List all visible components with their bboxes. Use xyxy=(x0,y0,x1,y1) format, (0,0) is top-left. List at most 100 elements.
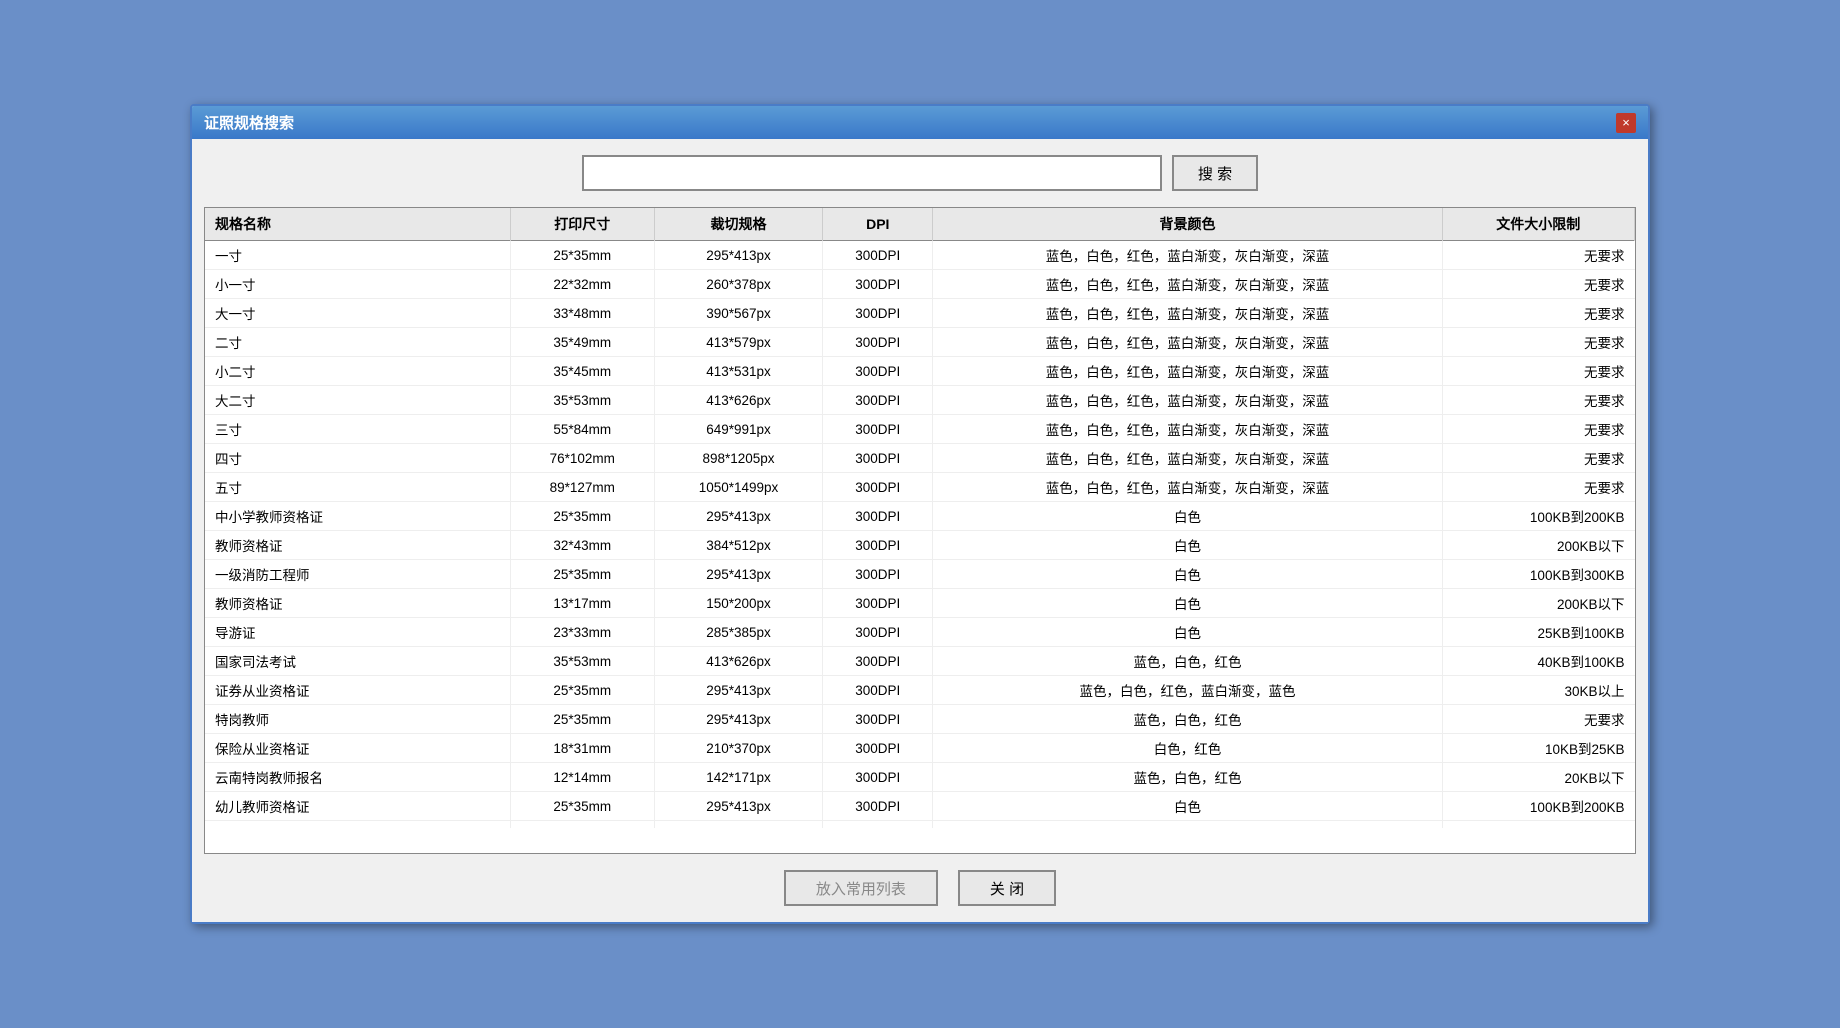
col-header-dpi: DPI xyxy=(823,208,933,241)
table-cell: 白色 xyxy=(933,502,1442,531)
table-row[interactable]: 二寸35*49mm413*579px300DPI蓝色，白色，红色，蓝白渐变，灰白… xyxy=(205,328,1635,357)
table-cell: 295*413px xyxy=(654,502,822,531)
table-cell: 210*370px xyxy=(654,734,822,763)
table-cell: 安徽教师招聘考试（考编） xyxy=(205,821,510,829)
table-row[interactable]: 导游证23*33mm285*385px300DPI白色25KB到100KB xyxy=(205,618,1635,647)
table-cell: 295*413px xyxy=(654,676,822,705)
table-cell: 300DPI xyxy=(823,821,933,829)
col-header-cut-size: 裁切规格 xyxy=(654,208,822,241)
table-cell: 40KB到100KB xyxy=(1442,647,1634,676)
table-body: 一寸25*35mm295*413px300DPI蓝色，白色，红色，蓝白渐变，灰白… xyxy=(205,241,1635,829)
close-button[interactable]: 关 闭 xyxy=(958,870,1056,906)
table-cell: 25*35mm xyxy=(510,241,654,270)
table-cell: 幼儿教师资格证 xyxy=(205,792,510,821)
table-row[interactable]: 教师资格证13*17mm150*200px300DPI白色200KB以下 xyxy=(205,589,1635,618)
table-cell: 55*84mm xyxy=(510,415,654,444)
table-cell: 白色 xyxy=(933,531,1442,560)
table-cell: 295*413px xyxy=(654,241,822,270)
table-cell: 300DPI xyxy=(823,444,933,473)
table-cell: 无要求 xyxy=(1442,241,1634,270)
table-row[interactable]: 中小学教师资格证25*35mm295*413px300DPI白色100KB到20… xyxy=(205,502,1635,531)
close-icon[interactable]: × xyxy=(1616,113,1636,133)
col-header-print-size: 打印尺寸 xyxy=(510,208,654,241)
table-row[interactable]: 一级消防工程师25*35mm295*413px300DPI白色100KB到300… xyxy=(205,560,1635,589)
table-cell: 25KB到100KB xyxy=(1442,618,1634,647)
table-cell: 25*35mm xyxy=(510,502,654,531)
table-cell: 295*413px xyxy=(654,792,822,821)
table-cell: 384*512px xyxy=(654,531,822,560)
table-cell: 300DPI xyxy=(823,734,933,763)
table-cell: 22*32mm xyxy=(510,270,654,299)
table-row[interactable]: 云南特岗教师报名12*14mm142*171px300DPI蓝色，白色，红色20… xyxy=(205,763,1635,792)
add-to-list-button[interactable]: 放入常用列表 xyxy=(784,870,938,906)
table-cell: 300DPI xyxy=(823,241,933,270)
search-bar: 搜 索 xyxy=(192,139,1648,207)
table-row[interactable]: 大一寸33*48mm390*567px300DPI蓝色，白色，红色，蓝白渐变，灰… xyxy=(205,299,1635,328)
table-cell: 25*35mm xyxy=(510,560,654,589)
table-cell: 蓝色，白色，红色，蓝白渐变，灰白渐变，深蓝 xyxy=(933,473,1442,502)
table-cell: 390*567px xyxy=(654,299,822,328)
table-cell: 32*43mm xyxy=(510,531,654,560)
table-cell: 10KB到25KB xyxy=(1442,734,1634,763)
table-row[interactable]: 幼儿教师资格证25*35mm295*413px300DPI白色100KB到200… xyxy=(205,792,1635,821)
data-table: 规格名称 打印尺寸 裁切规格 DPI 背景颜色 文件大小限制 一寸25*35mm… xyxy=(205,208,1635,828)
table-cell: 295*413px xyxy=(654,560,822,589)
table-cell: 导游证 xyxy=(205,618,510,647)
table-row[interactable]: 四寸76*102mm898*1205px300DPI蓝色，白色，红色，蓝白渐变，… xyxy=(205,444,1635,473)
table-cell: 五寸 xyxy=(205,473,510,502)
table-row[interactable]: 小一寸22*32mm260*378px300DPI蓝色，白色，红色，蓝白渐变，灰… xyxy=(205,270,1635,299)
table-cell: 300DPI xyxy=(823,270,933,299)
table-row[interactable]: 五寸89*127mm1050*1499px300DPI蓝色，白色，红色，蓝白渐变… xyxy=(205,473,1635,502)
table-row[interactable]: 国家司法考试35*53mm413*626px300DPI蓝色，白色，红色40KB… xyxy=(205,647,1635,676)
table-cell: 无要求 xyxy=(1442,444,1634,473)
table-cell: 898*1205px xyxy=(654,444,822,473)
table-row[interactable]: 小二寸35*45mm413*531px300DPI蓝色，白色，红色，蓝白渐变，灰… xyxy=(205,357,1635,386)
table-cell: 300DPI xyxy=(823,473,933,502)
table-row[interactable]: 教师资格证32*43mm384*512px300DPI白色200KB以下 xyxy=(205,531,1635,560)
table-cell: 300DPI xyxy=(823,531,933,560)
table-cell: 蓝色，白色，红色，蓝白渐变，灰白渐变，深蓝 xyxy=(933,444,1442,473)
table-cell: 无要求 xyxy=(1442,357,1634,386)
table-cell: 295*413px xyxy=(654,705,822,734)
table-cell: 大一寸 xyxy=(205,299,510,328)
table-cell: 一级消防工程师 xyxy=(205,560,510,589)
table-row[interactable]: 一寸25*35mm295*413px300DPI蓝色，白色，红色，蓝白渐变，灰白… xyxy=(205,241,1635,270)
table-row[interactable]: 安徽教师招聘考试（考编）25*35mm295*413px300DPI白色20KB… xyxy=(205,821,1635,829)
table-row[interactable]: 三寸55*84mm649*991px300DPI蓝色，白色，红色，蓝白渐变，灰白… xyxy=(205,415,1635,444)
table-cell: 无要求 xyxy=(1442,299,1634,328)
table-cell: 25*35mm xyxy=(510,676,654,705)
table-cell: 无要求 xyxy=(1442,473,1634,502)
table-wrapper[interactable]: 规格名称 打印尺寸 裁切规格 DPI 背景颜色 文件大小限制 一寸25*35mm… xyxy=(205,208,1635,828)
table-cell: 证券从业资格证 xyxy=(205,676,510,705)
search-input[interactable] xyxy=(582,155,1162,191)
table-cell: 蓝色，白色，红色 xyxy=(933,647,1442,676)
table-cell: 649*991px xyxy=(654,415,822,444)
table-cell: 无要求 xyxy=(1442,386,1634,415)
search-button[interactable]: 搜 索 xyxy=(1172,155,1258,191)
table-cell: 300DPI xyxy=(823,589,933,618)
table-cell: 300DPI xyxy=(823,763,933,792)
table-cell: 国家司法考试 xyxy=(205,647,510,676)
table-cell: 25*35mm xyxy=(510,792,654,821)
table-cell: 300DPI xyxy=(823,618,933,647)
table-row[interactable]: 证券从业资格证25*35mm295*413px300DPI蓝色，白色，红色，蓝白… xyxy=(205,676,1635,705)
table-cell: 蓝色，白色，红色 xyxy=(933,705,1442,734)
table-row[interactable]: 保险从业资格证18*31mm210*370px300DPI白色，红色10KB到2… xyxy=(205,734,1635,763)
table-cell: 300DPI xyxy=(823,386,933,415)
table-cell: 四寸 xyxy=(205,444,510,473)
table-cell: 20KB到100KB xyxy=(1442,821,1634,829)
table-cell: 142*171px xyxy=(654,763,822,792)
table-cell: 小一寸 xyxy=(205,270,510,299)
table-cell: 教师资格证 xyxy=(205,589,510,618)
table-container: 规格名称 打印尺寸 裁切规格 DPI 背景颜色 文件大小限制 一寸25*35mm… xyxy=(204,207,1636,854)
dialog: 证照规格搜索 × 搜 索 规格名称 打印尺寸 裁切规格 DPI 背景颜色 文件大… xyxy=(190,104,1650,924)
table-row[interactable]: 大二寸35*53mm413*626px300DPI蓝色，白色，红色，蓝白渐变，灰… xyxy=(205,386,1635,415)
table-cell: 一寸 xyxy=(205,241,510,270)
table-cell: 300DPI xyxy=(823,328,933,357)
table-row[interactable]: 特岗教师25*35mm295*413px300DPI蓝色，白色，红色无要求 xyxy=(205,705,1635,734)
table-cell: 三寸 xyxy=(205,415,510,444)
table-cell: 25*35mm xyxy=(510,821,654,829)
table-cell: 蓝色，白色，红色，蓝白渐变，蓝色 xyxy=(933,676,1442,705)
table-cell: 413*626px xyxy=(654,647,822,676)
table-cell: 特岗教师 xyxy=(205,705,510,734)
